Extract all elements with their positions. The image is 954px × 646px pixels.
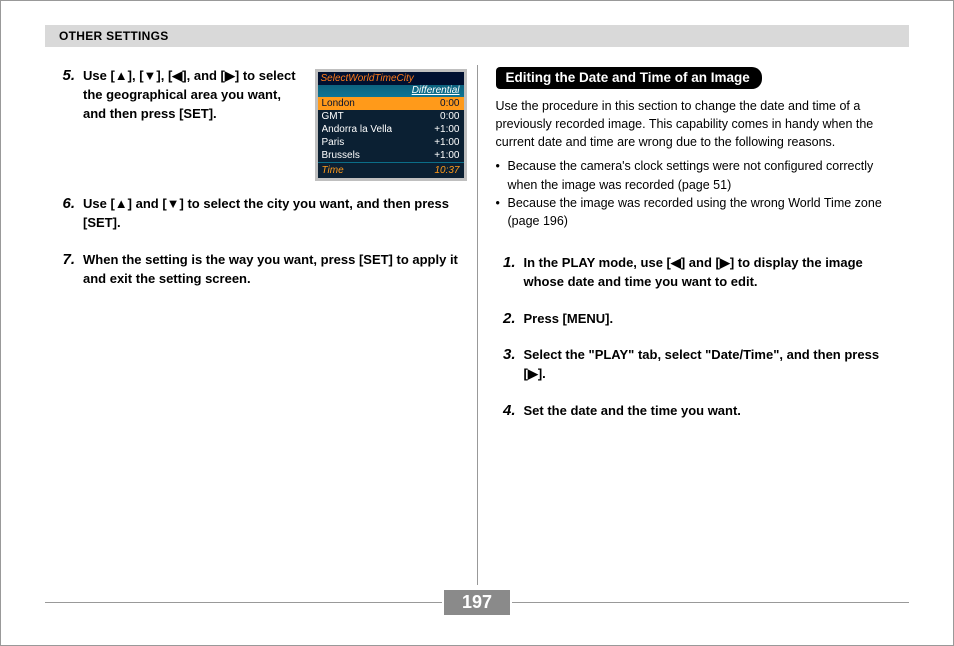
footer-rule-right bbox=[512, 602, 909, 603]
lcd-footer: Time 10:37 bbox=[318, 162, 464, 178]
lcd-row: GMT 0:00 bbox=[318, 110, 464, 123]
lcd-title: SelectWorldTimeCity bbox=[318, 72, 464, 85]
lcd-diff-value: +1:00 bbox=[434, 137, 459, 148]
intro-paragraph: Use the procedure in this section to cha… bbox=[496, 97, 904, 151]
step-text: When the setting is the way you want, pr… bbox=[83, 251, 467, 289]
page-number: 197 bbox=[444, 590, 510, 615]
step-3: 3. Select the "PLAY" tab, select "Date/T… bbox=[496, 346, 904, 384]
lcd-city: London bbox=[322, 98, 355, 109]
lcd-row: Andorra la Vella +1:00 bbox=[318, 123, 464, 136]
step-text: Use [▲], [▼], [◀], and [▶] to select the… bbox=[83, 67, 307, 124]
footer-rule-left bbox=[45, 602, 442, 603]
step-text: Set the date and the time you want. bbox=[524, 402, 741, 421]
lcd-diff-value: 0:00 bbox=[440, 111, 459, 122]
step-2: 2. Press [MENU]. bbox=[496, 310, 904, 329]
step-text: Use [▲] and [▼] to select the city you w… bbox=[83, 195, 467, 233]
step-1: 1. In the PLAY mode, use [◀] and [▶] to … bbox=[496, 254, 904, 292]
step-5: 5. Use [▲], [▼], [◀], and [▶] to select … bbox=[55, 67, 307, 124]
lcd-row: Brussels +1:00 bbox=[318, 149, 464, 162]
left-column: 5. Use [▲], [▼], [◀], and [▶] to select … bbox=[49, 59, 477, 585]
bullet-item: • Because the camera's clock settings we… bbox=[496, 157, 904, 193]
step-6: 6. Use [▲] and [▼] to select the city yo… bbox=[55, 195, 467, 233]
content-columns: 5. Use [▲], [▼], [◀], and [▶] to select … bbox=[49, 59, 905, 585]
bullet-item: • Because the image was recorded using t… bbox=[496, 194, 904, 230]
lcd-city: Brussels bbox=[322, 150, 360, 161]
page-number-bar: 197 bbox=[45, 589, 909, 615]
bullet-dot-icon: • bbox=[496, 194, 504, 230]
step-number: 3. bbox=[496, 346, 516, 384]
lcd-diff-value: 0:00 bbox=[440, 98, 459, 109]
right-column: Editing the Date and Time of an Image Us… bbox=[478, 59, 906, 585]
bullet-text: Because the image was recorded using the… bbox=[508, 194, 904, 230]
lcd-diff-value: +1:00 bbox=[434, 124, 459, 135]
lcd-city: Andorra la Vella bbox=[322, 124, 393, 135]
step-7: 7. When the setting is the way you want,… bbox=[55, 251, 467, 289]
lcd-diff-value: +1:00 bbox=[434, 150, 459, 161]
section-heading-pill: Editing the Date and Time of an Image bbox=[496, 67, 762, 89]
step-5-row: 5. Use [▲], [▼], [◀], and [▶] to select … bbox=[55, 67, 467, 181]
bullet-text: Because the camera's clock settings were… bbox=[508, 157, 904, 193]
bullet-list: • Because the camera's clock settings we… bbox=[496, 157, 904, 230]
lcd-city: GMT bbox=[322, 111, 344, 122]
lcd-screenshot: SelectWorldTimeCity Differential London … bbox=[315, 69, 467, 181]
step-number: 2. bbox=[496, 310, 516, 329]
lcd-row: Paris +1:00 bbox=[318, 136, 464, 149]
lcd-time-label: Time bbox=[322, 165, 344, 176]
right-steps: 1. In the PLAY mode, use [◀] and [▶] to … bbox=[496, 254, 904, 421]
lcd-row-selected: London 0:00 bbox=[318, 97, 464, 110]
step-number: 6. bbox=[55, 195, 75, 233]
section-header-title: OTHER SETTINGS bbox=[59, 29, 169, 43]
lcd-time-value: 10:37 bbox=[434, 165, 459, 176]
step-number: 1. bbox=[496, 254, 516, 292]
step-number: 4. bbox=[496, 402, 516, 421]
step-text: Select the "PLAY" tab, select "Date/Time… bbox=[524, 346, 904, 384]
manual-page: OTHER SETTINGS 5. Use [▲], [▼], [◀], and… bbox=[0, 0, 954, 646]
step-text: In the PLAY mode, use [◀] and [▶] to dis… bbox=[524, 254, 904, 292]
bullet-dot-icon: • bbox=[496, 157, 504, 193]
section-header-bar: OTHER SETTINGS bbox=[45, 25, 909, 47]
step-text: Press [MENU]. bbox=[524, 310, 614, 329]
step-number: 5. bbox=[55, 67, 75, 124]
lcd-city: Paris bbox=[322, 137, 345, 148]
lcd-differential-label: Differential bbox=[318, 85, 464, 97]
step-number: 7. bbox=[55, 251, 75, 289]
step-4: 4. Set the date and the time you want. bbox=[496, 402, 904, 421]
